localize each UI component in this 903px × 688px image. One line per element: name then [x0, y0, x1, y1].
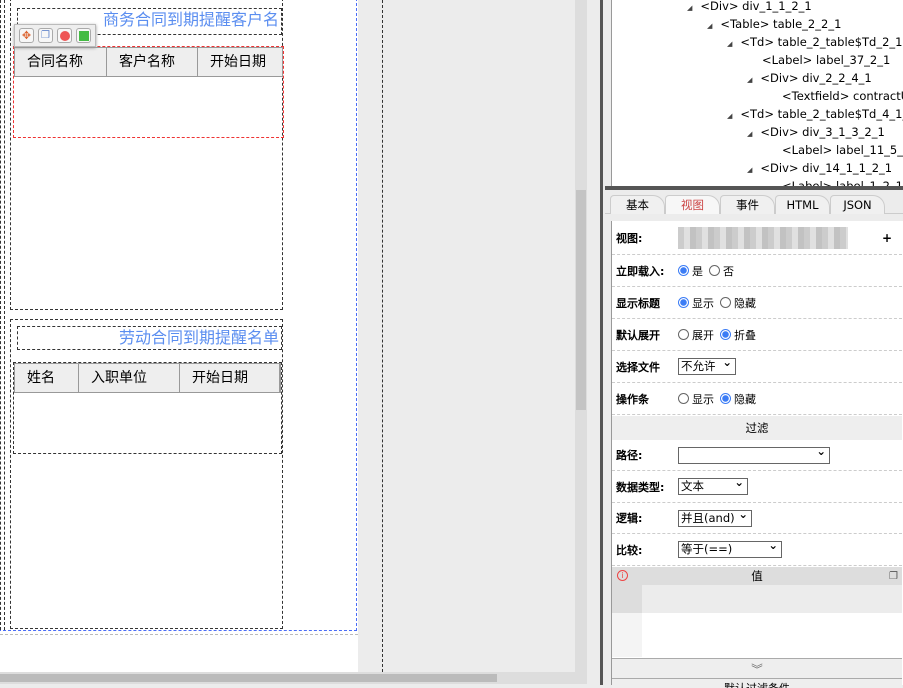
tab-view[interactable]: 视图: [665, 195, 720, 214]
tree-node-label: <Label> label_1_2_1_2_1: [782, 179, 903, 186]
compare-label: 比较:: [616, 543, 643, 557]
splitter[interactable]: [605, 186, 903, 190]
tree-node-label: <Textfield> contractUnit: [782, 89, 903, 103]
tree-node[interactable]: ◢ <Div> div_14_1_1_2_1: [747, 161, 892, 175]
tree-node[interactable]: ◢ <Div> div_3_1_3_2_1: [747, 125, 885, 139]
show-title-label: 显示标题: [616, 296, 660, 310]
tree-node[interactable]: <Label> label_11_5_2_1: [782, 143, 903, 157]
radio-collapse[interactable]: 折叠: [720, 327, 756, 343]
tree-node[interactable]: ◢ <Div> div_1_1_2_1: [687, 0, 812, 13]
expand-triangle-icon[interactable]: ◢: [747, 166, 752, 174]
tree-node-label: <Div> div_3_1_3_2_1: [760, 125, 885, 139]
expand-triangle-icon[interactable]: ◢: [707, 22, 712, 30]
radio-title-hide[interactable]: 隐藏: [720, 295, 756, 311]
value-editor[interactable]: [612, 585, 902, 657]
divider: [0, 634, 358, 635]
radio-title-show[interactable]: 显示: [678, 295, 714, 311]
load-label: 立即载入:: [616, 264, 665, 278]
radio-expand[interactable]: 展开: [678, 327, 714, 343]
tree-node[interactable]: ◢ <Table> table_2_2_1: [707, 17, 841, 31]
value-header: i 值 ❐: [612, 567, 902, 585]
tree-node-label: <Label> label_11_5_2_1: [782, 143, 903, 157]
radio-bar-show[interactable]: 显示: [678, 391, 714, 407]
default-filter-label: 默认过滤条件: [612, 678, 902, 688]
data-type-select[interactable]: 文本: [678, 475, 748, 495]
tree-node[interactable]: <Textfield> contractUnit: [782, 89, 903, 103]
vertical-scrollbar[interactable]: [575, 0, 587, 672]
radio-load-no[interactable]: 否: [709, 263, 734, 279]
file-label: 选择文件: [616, 360, 660, 374]
expand-triangle-icon[interactable]: ◢: [687, 4, 692, 12]
path-input[interactable]: [678, 444, 830, 464]
tree-node-label: <Table> table_2_2_1: [720, 17, 842, 31]
guide-line: [382, 0, 383, 672]
radio-bar-hide[interactable]: 隐藏: [720, 391, 756, 407]
tree-node-label: <Div> div_14_1_1_2_1: [760, 161, 893, 175]
tree-node[interactable]: ◢ <Td> table_2_table$Td_2_1: [727, 35, 903, 49]
tab-json[interactable]: JSON: [830, 195, 885, 214]
logic-select[interactable]: 并且(and): [678, 507, 752, 527]
property-panel: 视图: + 立即载入: 是 否 显示标题 显示 隐藏 默认展开 展开 折叠 选择…: [611, 221, 903, 688]
property-tabs: 基本 视图 事件 HTML JSON: [605, 192, 903, 214]
expand-chevron-icon[interactable]: ︾: [612, 658, 902, 678]
component-tree[interactable]: ◢ <Div> div_1_1_2_1 ◢ <Table> table_2_2_1 ◢ <…: [611, 0, 903, 186]
tree-node-label: <Td> table_2_table$Td_2_1: [740, 35, 903, 49]
tab-event[interactable]: 事件: [720, 195, 775, 214]
toolbar-label: 操作条: [616, 392, 649, 406]
logic-label: 逻辑:: [616, 512, 643, 525]
horizontal-scrollbar[interactable]: [0, 672, 587, 684]
tree-node-label: <Div> div_1_1_2_1: [700, 0, 812, 13]
expand-label: 默认展开: [616, 328, 660, 342]
tree-node[interactable]: ◢ <Td> table_2_table$Td_4_1_1: [727, 107, 903, 121]
add-icon[interactable]: +: [882, 231, 892, 245]
expand-triangle-icon[interactable]: ◢: [747, 130, 752, 138]
design-canvas[interactable]: 商务合同到期提醒客户名 合同名称 客户名称 开始日期 ✥ ❐ 劳动合同到期提醒名…: [0, 0, 358, 672]
expand-triangle-icon[interactable]: ◢: [747, 76, 752, 84]
value-title: 值: [751, 569, 763, 583]
view-value-blurred[interactable]: [678, 226, 848, 249]
radio-load-yes[interactable]: 是: [678, 263, 703, 279]
compare-select[interactable]: 等于(==): [678, 538, 782, 558]
tree-node-label: <Div> div_2_2_4_1: [760, 71, 872, 85]
tree-node[interactable]: <Label> label_1_2_1_2_1: [782, 179, 903, 186]
expand-triangle-icon[interactable]: ◢: [727, 40, 732, 48]
view-label: 视图:: [616, 231, 643, 245]
expand-triangle-icon[interactable]: ◢: [727, 112, 732, 120]
filter-header: 过滤: [612, 416, 902, 440]
scrollbar-thumb[interactable]: [576, 190, 586, 410]
scrollbar-thumb[interactable]: [0, 674, 497, 682]
tree-node-label: <Label> label_37_2_1: [762, 53, 891, 67]
data-type-label: 数据类型:: [616, 480, 665, 494]
file-select[interactable]: 不允许: [678, 355, 736, 375]
path-label: 路径:: [616, 449, 643, 462]
tree-node[interactable]: <Label> label_37_2_1: [762, 53, 890, 67]
tree-node[interactable]: ◢ <Div> div_2_2_4_1: [747, 71, 872, 85]
tab-html[interactable]: HTML: [775, 195, 830, 214]
restore-icon[interactable]: ❐: [889, 568, 898, 586]
tree-node-label: <Td> table_2_table$Td_4_1_1: [740, 107, 903, 121]
info-icon[interactable]: i: [617, 570, 628, 581]
page-boundary: [0, 0, 357, 631]
tab-basic[interactable]: 基本: [610, 195, 665, 214]
splitter[interactable]: [600, 0, 603, 685]
